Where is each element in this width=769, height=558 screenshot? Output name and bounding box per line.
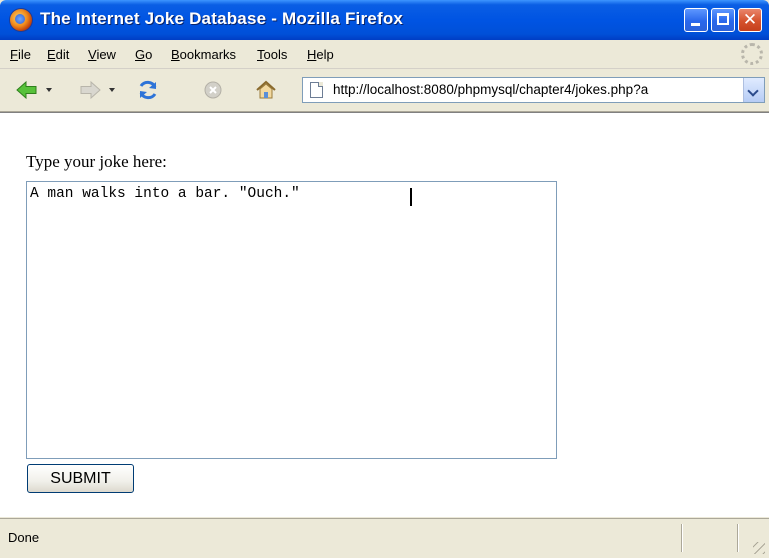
menu-edit[interactable]: Edit [47,47,69,62]
back-history-dropdown-icon[interactable] [46,88,52,92]
url-text[interactable]: http://localhost:8080/phpmysql/chapter4/… [333,82,738,97]
minimize-button[interactable] [684,8,708,32]
back-button[interactable] [14,77,40,103]
navigation-toolbar: http://localhost:8080/phpmysql/chapter4/… [0,69,769,112]
home-icon [256,80,276,99]
menu-go[interactable]: Go [135,47,152,62]
joke-textarea[interactable]: A man walks into a bar. "Ouch." [26,181,557,459]
maximize-button[interactable] [711,8,735,32]
status-divider [737,524,739,552]
window-title: The Internet Joke Database - Mozilla Fir… [40,9,404,28]
forward-history-dropdown-icon[interactable] [109,88,115,92]
firefox-logo-icon [10,9,32,31]
page-content: Type your joke here: A man walks into a … [0,112,769,517]
forward-button[interactable] [77,77,103,103]
text-cursor [410,188,412,206]
status-divider [681,524,683,552]
menu-bar: File Edit View Go Bookmarks Tools Help [0,40,769,69]
menu-tools[interactable]: Tools [257,47,287,62]
url-dropdown-button[interactable] [743,78,764,102]
close-button[interactable]: ✕ [738,8,762,32]
browser-window: The Internet Joke Database - Mozilla Fir… [0,0,769,558]
menu-help[interactable]: Help [307,47,334,62]
resize-grip-icon[interactable] [753,542,765,554]
close-icon: ✕ [742,10,758,30]
title-bar[interactable]: The Internet Joke Database - Mozilla Fir… [0,0,769,40]
menu-file[interactable]: File [10,47,31,62]
stop-icon [204,81,222,99]
page-icon [310,82,323,98]
status-text: Done [8,530,40,545]
stop-button[interactable] [200,77,226,103]
reload-button[interactable] [135,77,161,103]
throbber-icon [741,43,763,65]
url-bar[interactable]: http://localhost:8080/phpmysql/chapter4/… [302,77,765,103]
back-arrow-icon [16,80,37,100]
status-bar: Done [0,518,769,558]
reload-icon [139,80,157,100]
forward-arrow-icon [80,80,101,100]
menu-view[interactable]: View [88,47,116,62]
home-button[interactable] [253,77,279,103]
menu-bookmarks[interactable]: Bookmarks [171,47,236,62]
submit-button[interactable]: SUBMIT [27,464,134,493]
joke-prompt-label: Type your joke here: [26,152,167,171]
